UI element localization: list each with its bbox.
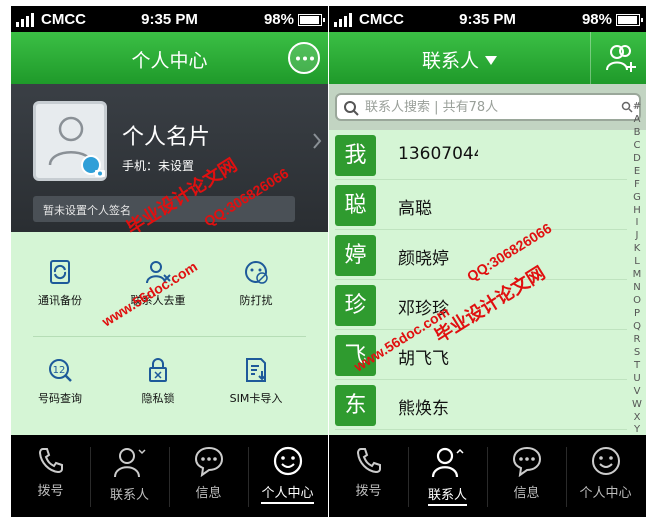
privacy-lock-icon	[149, 358, 167, 382]
contact-name: 13607044	[398, 144, 478, 164]
add-contact-icon	[606, 45, 636, 72]
bottom-nav: 拨号 联系人 信息 个人中心	[329, 435, 646, 517]
index-letter[interactable]: D	[630, 152, 644, 165]
index-letter[interactable]: E	[630, 165, 644, 178]
nav-profile-center[interactable]: 个人中心	[248, 435, 327, 517]
contacts-title-dropdown[interactable]: 联系人	[329, 46, 590, 73]
battery-icon	[298, 14, 325, 26]
nav-messages[interactable]: 信息	[169, 435, 248, 517]
contact-avatar: 聪	[335, 185, 376, 226]
profile-name: 个人名片	[122, 125, 211, 150]
feature-number-lookup[interactable]: 12 号码查询	[11, 356, 109, 436]
search-bar	[329, 84, 646, 130]
contact-avatar: 我	[335, 135, 376, 176]
no-disturb-icon	[245, 261, 268, 284]
feature-grid: 通讯备份 联系人去重 防打扰 12 号码查询 隐私锁 SIM卡导入	[11, 232, 328, 435]
alphabet-index[interactable]: #ABCDEFGHIJKLMNOPQRSTUVWXYZ	[630, 100, 644, 449]
index-letter[interactable]: K	[630, 242, 644, 255]
index-letter[interactable]: F	[630, 178, 644, 191]
index-letter[interactable]: A	[630, 113, 644, 126]
index-letter[interactable]: T	[630, 359, 644, 372]
contact-avatar: 婷	[335, 235, 376, 276]
search-box[interactable]	[335, 93, 641, 121]
contacts-icon	[113, 448, 146, 478]
contact-list: 我 13607044 聪 高聪 婷 颜晓婷 珍 邓珍珍 飞 胡飞飞 东 熊焕东	[329, 130, 627, 435]
contact-name: 胡飞飞	[398, 349, 449, 369]
index-letter[interactable]: X	[630, 411, 644, 424]
battery-icon	[616, 14, 643, 26]
profile-phone: 手机：未设置	[122, 159, 195, 173]
feature-no-disturb[interactable]: 防打扰	[207, 258, 305, 338]
nav-dial[interactable]: 拨号	[329, 435, 408, 517]
contacts-screen: CMCC 9:35 PM 98% 联系人 联系人搜索 | 共有78人 我 136…	[329, 6, 646, 517]
feature-sim-import[interactable]: SIM卡导入	[207, 356, 305, 436]
nav-dial[interactable]: 拨号	[11, 435, 90, 517]
nav-profile-center[interactable]: 个人中心	[566, 435, 645, 517]
more-button[interactable]	[288, 42, 320, 74]
message-icon	[512, 446, 541, 477]
backup-icon	[50, 260, 70, 284]
nav-contacts[interactable]: 联系人	[90, 435, 169, 517]
index-letter[interactable]: J	[630, 229, 644, 242]
index-letter[interactable]: R	[630, 333, 644, 346]
phone-icon	[356, 448, 381, 474]
contact-avatar: 珍	[335, 285, 376, 326]
index-letter[interactable]: W	[630, 398, 644, 411]
bottom-nav: 拨号 联系人 信息 个人中心	[11, 435, 328, 517]
camera-icon[interactable]	[81, 155, 105, 177]
contacts-icon	[431, 447, 464, 478]
divider	[33, 336, 306, 337]
index-letter[interactable]: V	[630, 385, 644, 398]
feature-backup[interactable]: 通讯备份	[11, 258, 109, 338]
index-letter[interactable]: H	[630, 204, 644, 217]
more-dots-icon	[296, 56, 314, 61]
chevron-right-icon[interactable]	[312, 132, 322, 150]
contact-name: 熊焕东	[398, 399, 449, 419]
search-input[interactable]	[365, 97, 615, 117]
caret-down-icon	[485, 56, 497, 65]
page-title: 联系人	[421, 50, 479, 72]
index-letter[interactable]: U	[630, 372, 644, 385]
battery-percent: 98%	[581, 11, 612, 28]
battery-percent: 98%	[263, 11, 294, 28]
feature-privacy-lock[interactable]: 隐私锁	[109, 356, 207, 436]
index-letter[interactable]: P	[630, 307, 644, 320]
index-letter[interactable]: G	[630, 191, 644, 204]
contact-avatar: 东	[335, 385, 376, 426]
status-bar: CMCC 9:35 PM 98%	[11, 6, 328, 32]
add-contact-button[interactable]	[590, 32, 646, 84]
index-letter[interactable]: #	[630, 100, 644, 113]
index-letter[interactable]: C	[630, 139, 644, 152]
message-icon	[194, 446, 223, 477]
profile-center-icon	[591, 447, 620, 475]
index-letter[interactable]: Q	[630, 320, 644, 333]
index-letter[interactable]: N	[630, 281, 644, 294]
svg-text:12: 12	[53, 365, 66, 376]
contact-name: 颜晓婷	[398, 249, 449, 269]
app-header: 联系人	[329, 32, 646, 84]
list-item[interactable]: 聪 高聪	[329, 180, 627, 230]
profile-center-icon	[273, 446, 302, 476]
phone-icon	[38, 448, 63, 474]
index-letter[interactable]: O	[630, 294, 644, 307]
index-letter[interactable]: B	[630, 126, 644, 139]
index-letter[interactable]: S	[630, 346, 644, 359]
index-letter[interactable]: I	[630, 216, 644, 229]
list-item[interactable]: 我 13607044	[329, 130, 627, 180]
status-bar: CMCC 9:35 PM 98%	[329, 6, 646, 32]
number-lookup-icon: 12	[49, 359, 72, 382]
nav-messages[interactable]: 信息	[487, 435, 566, 517]
nav-contacts[interactable]: 联系人	[408, 435, 487, 517]
app-header: 个人中心	[11, 32, 328, 84]
sim-import-icon	[246, 358, 266, 382]
index-letter[interactable]: L	[630, 255, 644, 268]
list-item[interactable]: 东 熊焕东	[329, 380, 627, 430]
personal-center-screen: CMCC 9:35 PM 98% 个人中心 个人名片 手机：未设置 暂未设置个人…	[11, 6, 328, 517]
search-icon	[344, 101, 359, 116]
avatar[interactable]	[33, 101, 107, 181]
page-title: 个人中心	[131, 50, 208, 72]
contact-name: 高聪	[398, 199, 432, 219]
index-letter[interactable]: M	[630, 268, 644, 281]
